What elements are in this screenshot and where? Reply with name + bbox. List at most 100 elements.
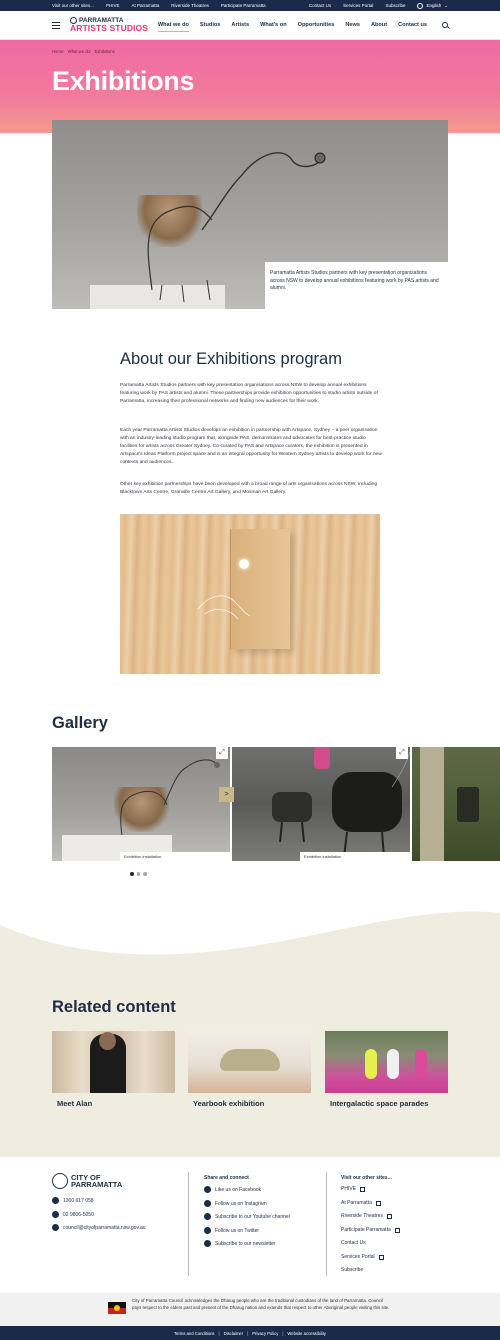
newsletter-label: Subscribe to our newsletter <box>215 1240 276 1247</box>
instagram-link[interactable]: Follow us on Instagram <box>204 1200 267 1207</box>
other-sites-heading: Visit our other sites... <box>341 1175 392 1181</box>
footer-site-phive-label: PHIVE <box>341 1186 357 1192</box>
site-link-participate[interactable]: Participate Parramatta <box>221 3 266 8</box>
nav-what-we-do[interactable]: What we do <box>157 22 189 32</box>
disclaimer-link[interactable]: Disclaimer <box>224 1331 244 1336</box>
footer-site-phive[interactable]: PHIVE <box>341 1186 366 1192</box>
gallery-next-button[interactable]: > <box>219 787 234 802</box>
footer-contact-us[interactable]: Contact Us <box>341 1240 366 1246</box>
facebook-label: Like us on Facebook <box>215 1186 262 1193</box>
footer-subscribe-label: Subscribe <box>341 1267 364 1273</box>
site-link-at-parramatta[interactable]: At Parramatta <box>131 3 159 8</box>
language-selector[interactable]: English ⌄ <box>417 2 448 9</box>
accessibility-link[interactable]: Website accessibility <box>287 1331 326 1336</box>
search-icon[interactable] <box>442 22 448 28</box>
gallery-dot-3[interactable] <box>143 872 147 876</box>
services-portal-link[interactable]: Services Portal <box>343 3 373 8</box>
expand-icon[interactable]: ⤢ <box>396 747 408 759</box>
aboriginal-flag-icon <box>108 1302 126 1314</box>
gallery-caption-2: Exhibition installation <box>300 852 410 861</box>
privacy-link[interactable]: Privacy Policy <box>252 1331 278 1336</box>
footer-phone-2[interactable]: 02 9806-5050 <box>52 1211 94 1218</box>
nav-about[interactable]: About <box>371 22 387 28</box>
instagram-icon <box>204 1200 211 1207</box>
menu-icon[interactable] <box>52 21 60 29</box>
council-emblem-icon <box>52 1173 68 1189</box>
related-card-space-parades[interactable]: Intergalactic space parades <box>325 1031 448 1108</box>
about-heading: About our Exhibitions program <box>120 350 342 368</box>
footer-site-riverside-label: Riverside Theatres <box>341 1213 383 1219</box>
related-card-title[interactable]: Meet Alan <box>52 1099 175 1108</box>
twitter-link[interactable]: Follow us on Twitter <box>204 1227 259 1234</box>
twitter-icon <box>204 1227 211 1234</box>
youtube-icon <box>204 1213 211 1220</box>
terms-link[interactable]: Terms and Conditions <box>174 1331 215 1336</box>
page-title: Exhibitions <box>52 66 195 96</box>
subscribe-link[interactable]: Subscribe <box>385 3 405 8</box>
hero-caption: Parramatta Artists Studios partners with… <box>265 262 448 309</box>
phone-2-text: 02 9806-5050 <box>63 1211 94 1218</box>
nav-opportunities[interactable]: Opportunities <box>298 22 335 28</box>
about-paragraph-1: Parramatta Artists Studios partners with… <box>120 383 378 404</box>
external-link-icon <box>378 1254 384 1260</box>
breadcrumb-current: Exhibitions <box>94 49 115 54</box>
site-link-phive[interactable]: PHIVE <box>106 3 120 8</box>
external-link-icon <box>375 1200 381 1206</box>
breadcrumb: Home› What we do› Exhibitions <box>52 49 115 54</box>
gallery-heading: Gallery <box>52 714 108 732</box>
facebook-link[interactable]: Like us on Facebook <box>204 1186 261 1193</box>
related-card-image <box>188 1031 311 1093</box>
visit-sites-label: Visit our other sites... <box>52 3 94 8</box>
expand-icon[interactable]: ⤢ <box>216 747 228 759</box>
nav-whats-on[interactable]: What's on <box>260 22 287 28</box>
phone-1-text: 1300 617 058 <box>63 1197 94 1204</box>
nav-studios[interactable]: Studios <box>200 22 221 28</box>
related-card-meet-alan[interactable]: Meet Alan <box>52 1031 175 1108</box>
about-paragraph-3: Other key exhibition partnerships have b… <box>120 482 378 495</box>
phone-icon <box>52 1211 59 1218</box>
external-link-icon <box>360 1186 366 1192</box>
footer-logo[interactable]: CITY OF PARRAMATTA <box>52 1173 122 1189</box>
about-paragraph-2: Each year Parramatta Artists Studios dev… <box>120 428 382 465</box>
youtube-link[interactable]: Subscribe to our Youtube channel <box>204 1213 290 1220</box>
gallery-slide-3[interactable] <box>412 747 500 861</box>
legal-bar: Terms and Conditions | Disclaimer | Privac… <box>0 1326 500 1340</box>
youtube-label: Subscribe to our Youtube channel <box>215 1213 290 1220</box>
site-logo[interactable]: PARRAMATTA ARTISTS STUDIOS <box>70 17 148 33</box>
instagram-label: Follow us on Instagram <box>215 1200 267 1207</box>
footer-subscribe[interactable]: Subscribe <box>341 1267 363 1273</box>
utility-bar: Visit our other sites... PHIVE At Parram… <box>0 0 500 11</box>
site-link-riverside[interactable]: Riverside Theatres <box>171 3 209 8</box>
share-heading: Share and connect <box>204 1175 249 1181</box>
related-card-title[interactable]: Yearbook exhibition <box>188 1099 311 1108</box>
twitter-label: Follow us on Twitter <box>215 1227 260 1234</box>
breadcrumb-home[interactable]: Home <box>52 49 63 54</box>
footer-email[interactable]: council@cityofparramatta.nsw.gov.au <box>52 1224 146 1231</box>
footer-divider <box>188 1172 189 1276</box>
footer-site-riverside[interactable]: Riverside Theatres <box>341 1213 392 1219</box>
footer-services-portal[interactable]: Services Portal <box>341 1254 384 1260</box>
email-icon <box>52 1224 59 1231</box>
gallery-slide-1[interactable]: Exhibition installation ⤢ <box>52 747 230 861</box>
nav-news[interactable]: News <box>345 22 360 28</box>
breadcrumb-what-we-do[interactable]: What we do <box>68 49 90 54</box>
site-header: PARRAMATTA ARTISTS STUDIOS What we do St… <box>0 11 500 40</box>
footer-divider <box>326 1172 327 1276</box>
nav-contact-us[interactable]: Contact us <box>398 22 427 28</box>
nav-artists[interactable]: Artists <box>231 22 249 28</box>
contact-us-link[interactable]: Contact Us <box>309 3 331 8</box>
related-card-yearbook[interactable]: Yearbook exhibition <box>188 1031 311 1108</box>
gallery-dot-2[interactable] <box>136 872 140 876</box>
newsletter-link[interactable]: Subscribe to our newsletter <box>204 1240 276 1247</box>
main-nav: What we do Studios Artists What's on Opp… <box>157 18 448 32</box>
gallery-dot-1[interactable] <box>130 872 134 876</box>
related-card-title[interactable]: Intergalactic space parades <box>325 1099 448 1108</box>
globe-icon <box>417 2 424 9</box>
gallery-caption-1: Exhibition installation <box>120 852 230 861</box>
footer-phone-1[interactable]: 1300 617 058 <box>52 1197 94 1204</box>
footer-contact-us-label: Contact Us <box>341 1240 366 1246</box>
gallery-slide-2[interactable]: Exhibition installation ⤢ <box>232 747 410 861</box>
footer-site-participate-label: Participate Parramatta <box>341 1227 391 1233</box>
footer-site-participate[interactable]: Participate Parramatta <box>341 1227 400 1233</box>
footer-site-at-parramatta[interactable]: At Parramatta <box>341 1200 381 1206</box>
